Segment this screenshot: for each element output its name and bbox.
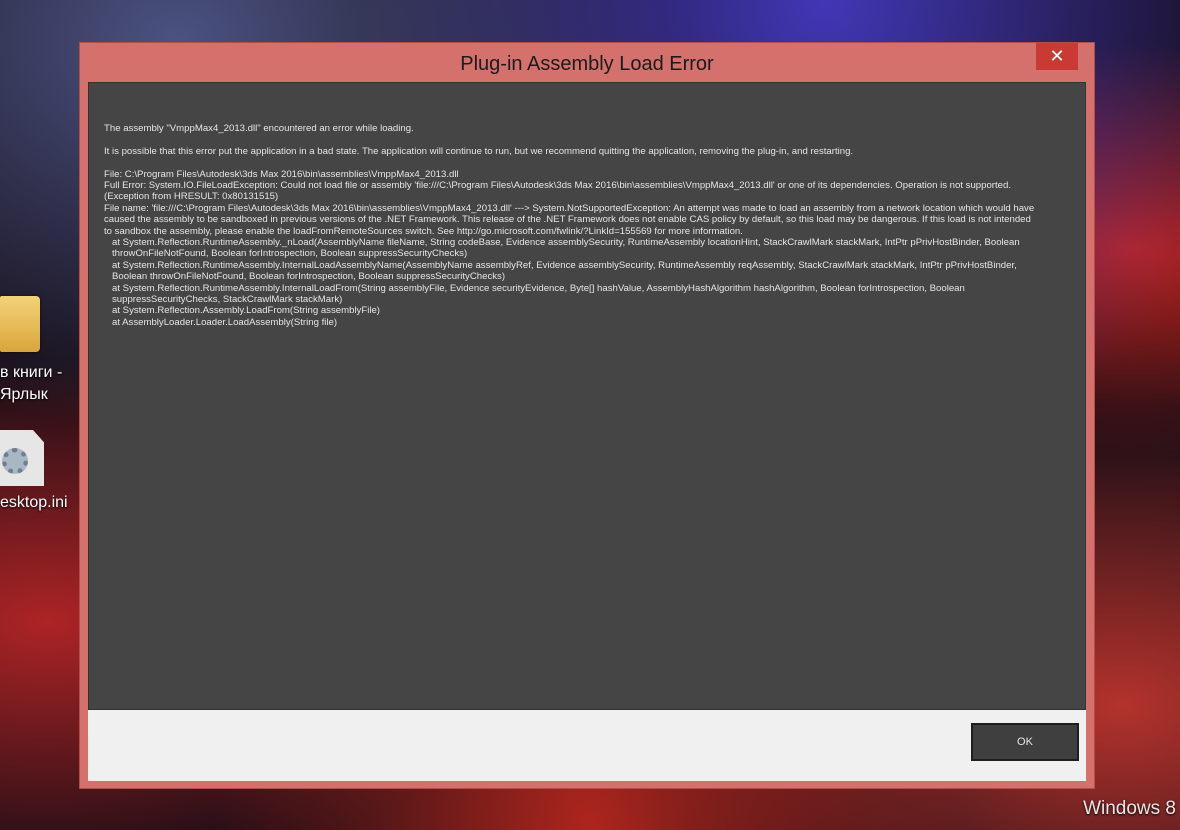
folder-icon[interactable] — [0, 296, 40, 352]
stack-trace-line: at System.Reflection.RuntimeAssembly.Int… — [112, 259, 1017, 283]
dialog-footer: OK — [88, 710, 1086, 781]
os-watermark: Windows 8 — [1083, 798, 1176, 819]
message-line: It is possible that this error put the a… — [104, 145, 854, 157]
desktop-icon-label: в книги - — [0, 364, 63, 381]
stack-trace-line: at System.Reflection.RuntimeAssembly._nL… — [112, 237, 1020, 260]
desktop-icon-label: esktop.ini — [0, 494, 68, 511]
error-message: The assembly "VmppMax4_2013.dll" encount… — [104, 123, 1035, 328]
ok-button[interactable]: OK — [971, 723, 1079, 761]
error-dialog: Plug-in Assembly Load Error ✕ The assemb… — [79, 42, 1095, 789]
gear-icon — [2, 448, 28, 474]
close-icon: ✕ — [1049, 46, 1065, 66]
close-button[interactable]: ✕ — [1036, 43, 1078, 70]
message-line: The assembly "VmppMax4_2013.dll" encount… — [104, 123, 414, 134]
stack-trace-line: at System.Reflection.RuntimeAssembly.Int… — [112, 282, 965, 306]
stack-trace-line: at AssemblyLoader.Loader.LoadAssembly(St… — [112, 316, 338, 328]
title-bar[interactable]: Plug-in Assembly Load Error ✕ — [80, 43, 1094, 83]
message-line: Full Error: System.IO.FileLoadException:… — [104, 180, 1011, 203]
error-message-area: The assembly "VmppMax4_2013.dll" encount… — [88, 82, 1086, 710]
dialog-title: Plug-in Assembly Load Error — [460, 53, 714, 75]
stack-trace-line: at System.Reflection.Assembly.LoadFrom(S… — [112, 305, 381, 317]
message-line: File: C:\Program Files\Autodesk\3ds Max … — [104, 168, 459, 180]
message-line: File name: 'file:///C:\Program Files\Aut… — [104, 202, 1035, 237]
desktop-icon-label: Ярлык — [0, 386, 48, 403]
